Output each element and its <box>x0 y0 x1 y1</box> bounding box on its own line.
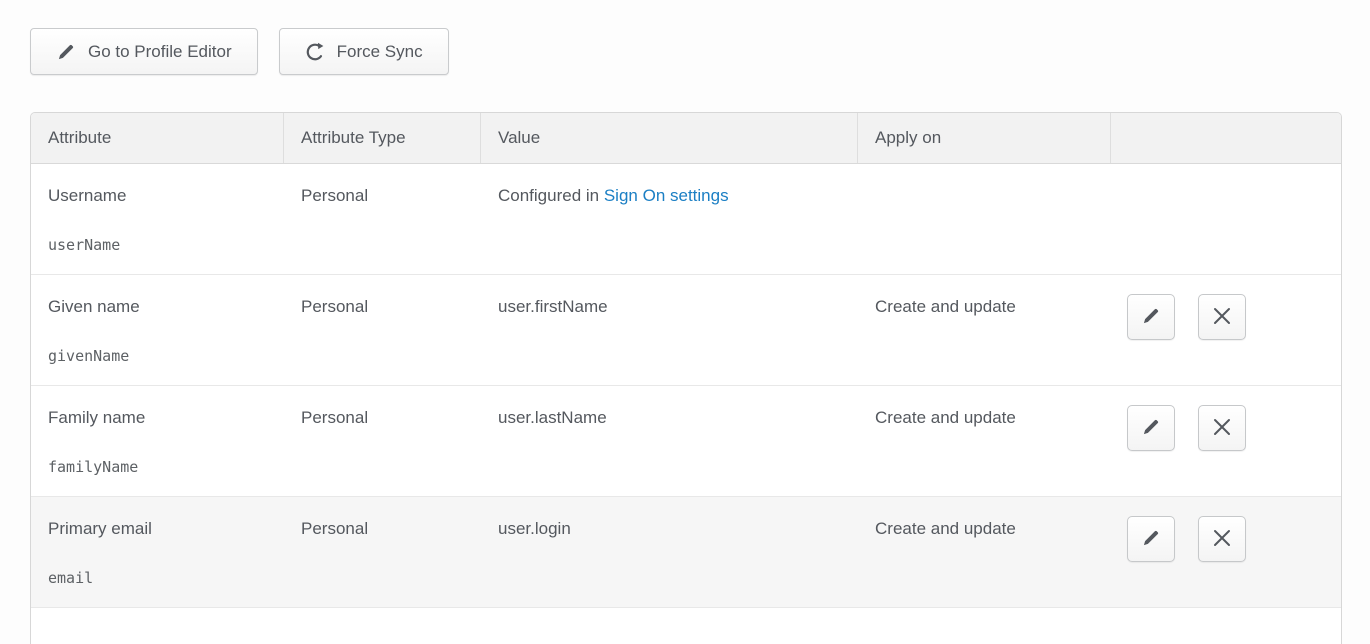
pencil-icon <box>1141 417 1161 440</box>
close-icon <box>1213 529 1231 550</box>
row-actions <box>1111 386 1341 496</box>
attribute-cell: Given name givenName <box>31 275 284 385</box>
attribute-cell: Family name familyName <box>31 386 284 496</box>
attribute-type-cell: Personal <box>284 497 481 607</box>
table-row: Primary email email Personal user.login … <box>31 497 1341 608</box>
attribute-label: Primary email <box>48 518 274 540</box>
attribute-cell: Username userName <box>31 164 284 274</box>
header-value: Value <box>481 113 858 163</box>
attribute-variable-name: givenName <box>48 347 274 367</box>
delete-attribute-button[interactable] <box>1198 294 1246 340</box>
row-actions <box>1111 497 1341 607</box>
edit-attribute-button[interactable] <box>1127 516 1175 562</box>
table-header-row: Attribute Attribute Type Value Apply on <box>31 113 1341 164</box>
header-attribute: Attribute <box>31 113 284 163</box>
apply-on-cell <box>858 164 1111 274</box>
header-actions <box>1111 113 1341 163</box>
apply-on-cell: Create and update <box>858 497 1111 607</box>
delete-attribute-button[interactable] <box>1198 516 1246 562</box>
value-text: Configured in <box>498 186 604 205</box>
header-attribute-type: Attribute Type <box>284 113 481 163</box>
force-sync-label: Force Sync <box>337 42 423 62</box>
go-to-profile-editor-label: Go to Profile Editor <box>88 42 232 62</box>
attribute-mappings-table: Attribute Attribute Type Value Apply on … <box>30 112 1342 644</box>
sign-on-settings-link[interactable]: Sign On settings <box>604 186 729 205</box>
attribute-variable-name: email <box>48 569 274 589</box>
attribute-cell: Primary email email <box>31 497 284 607</box>
apply-on-cell: Create and update <box>858 275 1111 385</box>
close-icon <box>1213 418 1231 439</box>
delete-attribute-button[interactable] <box>1198 405 1246 451</box>
value-cell: user.login <box>481 497 858 607</box>
table-row: Username userName Personal Configured in… <box>31 164 1341 275</box>
value-cell: user.lastName <box>481 386 858 496</box>
pencil-icon <box>1141 306 1161 329</box>
value-cell: user.firstName <box>481 275 858 385</box>
toolbar: Go to Profile Editor Force Sync <box>30 28 449 75</box>
pencil-icon <box>1141 528 1161 551</box>
attribute-variable-name: userName <box>48 236 274 256</box>
refresh-icon <box>305 42 325 62</box>
attribute-label: Given name <box>48 296 274 318</box>
attribute-type-cell: Personal <box>284 386 481 496</box>
edit-attribute-button[interactable] <box>1127 294 1175 340</box>
force-sync-button[interactable]: Force Sync <box>279 28 449 75</box>
edit-attribute-button[interactable] <box>1127 405 1175 451</box>
pencil-icon <box>56 42 76 62</box>
attribute-label: Family name <box>48 407 274 429</box>
attribute-type-cell: Personal <box>284 164 481 274</box>
apply-on-cell: Create and update <box>858 386 1111 496</box>
attribute-label: Username <box>48 185 274 207</box>
table-row: Given name givenName Personal user.first… <box>31 275 1341 386</box>
close-icon <box>1213 307 1231 328</box>
go-to-profile-editor-button[interactable]: Go to Profile Editor <box>30 28 258 75</box>
value-cell: Configured in Sign On settings <box>481 164 858 274</box>
table-row: Family name familyName Personal user.las… <box>31 386 1341 497</box>
attribute-variable-name: familyName <box>48 458 274 478</box>
value-text: user.firstName <box>498 297 608 316</box>
value-text: user.login <box>498 519 571 538</box>
row-actions <box>1111 275 1341 385</box>
value-text: user.lastName <box>498 408 607 427</box>
header-apply-on: Apply on <box>858 113 1111 163</box>
table-body: Username userName Personal Configured in… <box>31 164 1341 608</box>
attribute-type-cell: Personal <box>284 275 481 385</box>
table-row-partial <box>31 608 1341 644</box>
attribute-mappings-page: { "toolbar": { "buttons": [ { "label": "… <box>0 0 1370 644</box>
